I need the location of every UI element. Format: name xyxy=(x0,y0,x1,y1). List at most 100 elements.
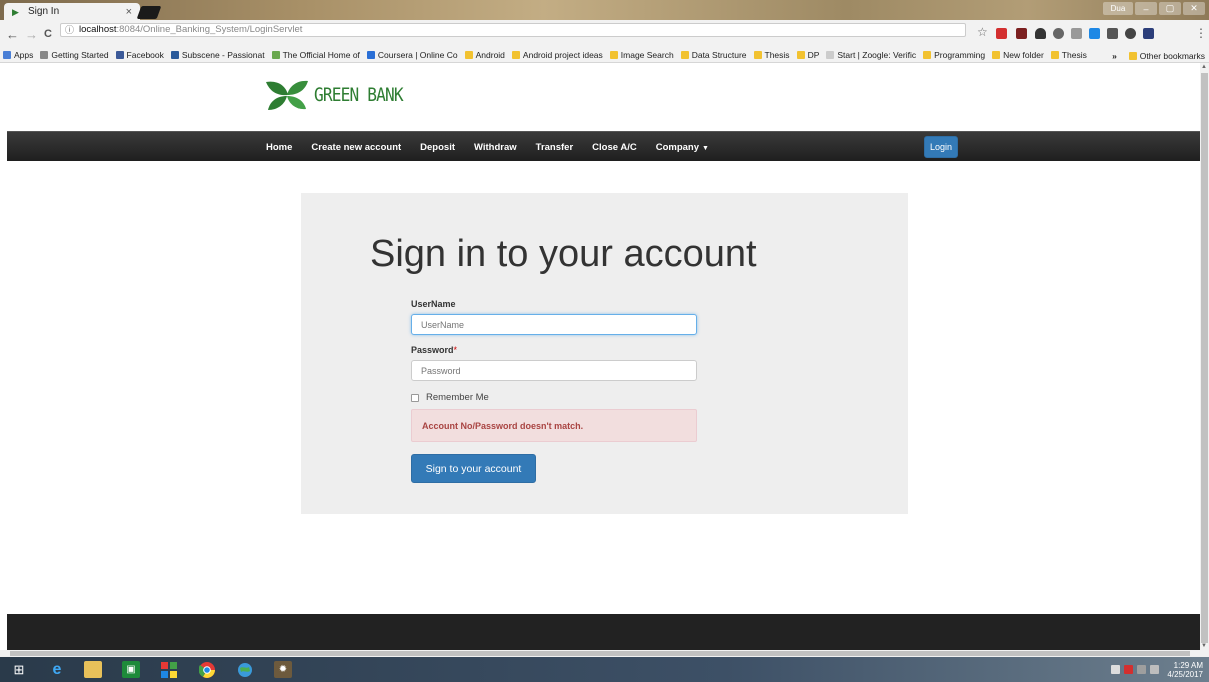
username-input[interactable] xyxy=(411,314,697,335)
bookmark-item[interactable]: Coursera | Online Co xyxy=(366,50,458,60)
maximize-button[interactable]: ▢ xyxy=(1159,2,1181,15)
bookmark-item[interactable]: Thesis xyxy=(753,50,790,60)
caret-down-icon: ▼ xyxy=(702,144,709,152)
bookmark-item[interactable]: Start | Zoogle: Verific xyxy=(826,50,916,60)
bookmark-item[interactable]: Android project ideas xyxy=(511,50,603,60)
extension-icon[interactable] xyxy=(1143,28,1154,39)
tab-title: Sign In xyxy=(28,6,60,17)
adblock-extension-icon[interactable] xyxy=(996,28,1007,39)
internet-explorer-icon[interactable]: e xyxy=(48,661,66,678)
bookmark-icon xyxy=(464,51,473,59)
tray-arrow-icon[interactable] xyxy=(1111,665,1121,674)
vertical-scrollbar[interactable]: ▲ ▼ xyxy=(1200,63,1209,650)
bookmark-icon xyxy=(796,51,805,59)
file-explorer-icon[interactable] xyxy=(84,661,102,678)
network-icon[interactable] xyxy=(1137,665,1147,674)
other-bookmarks[interactable]: Other bookmarks xyxy=(1128,51,1205,61)
bookmark-icon xyxy=(511,51,520,59)
bookmark-label: Image Search xyxy=(620,50,674,60)
scroll-down-icon[interactable]: ▼ xyxy=(1201,643,1207,649)
extension-icon[interactable] xyxy=(1053,28,1064,39)
leaf-logo-icon xyxy=(266,80,308,110)
bookmark-label: Thesis xyxy=(764,50,790,60)
tray-app-icon[interactable] xyxy=(1124,665,1134,674)
browser-tab-sign-in[interactable]: ▶ Sign In × xyxy=(4,3,140,20)
cloud-extension-icon[interactable] xyxy=(1035,28,1046,39)
app-icon[interactable]: ✹ xyxy=(274,661,292,678)
extension-icon[interactable] xyxy=(1089,28,1100,39)
remember-me[interactable]: Remember Me xyxy=(411,392,489,403)
bookmark-item[interactable]: Facebook xyxy=(115,50,164,60)
bookmarks-overflow-icon[interactable]: » xyxy=(1112,51,1117,61)
close-window-button[interactable]: ✕ xyxy=(1183,2,1205,15)
bookmark-item[interactable]: Thesis xyxy=(1050,50,1087,60)
nav-company-label: Company xyxy=(655,141,699,153)
extension-icon[interactable] xyxy=(1071,28,1082,39)
nav-home[interactable]: Home xyxy=(266,142,292,153)
chrome-icon[interactable] xyxy=(198,661,216,678)
bookmark-item[interactable]: New folder xyxy=(992,50,1044,60)
tab-close-icon[interactable]: × xyxy=(126,6,132,18)
site-logo[interactable]: GREEN BANK xyxy=(264,78,418,112)
volume-icon[interactable] xyxy=(1150,665,1160,674)
nav-create-account[interactable]: Create new account xyxy=(311,142,401,153)
bookmark-label: Thesis xyxy=(1061,50,1087,60)
horizontal-scrollbar[interactable] xyxy=(0,650,1209,657)
bookmark-icon xyxy=(826,51,835,59)
horizontal-scroll-thumb[interactable] xyxy=(10,651,1190,656)
reload-icon[interactable]: C xyxy=(44,28,52,41)
nav-deposit[interactable]: Deposit xyxy=(420,142,455,153)
windows-taskbar: ⊞ e ▣ ✹ 1:29 AM 4/25/2017 xyxy=(0,657,1209,682)
vertical-scroll-thumb[interactable] xyxy=(1201,73,1208,643)
minimize-button[interactable]: – xyxy=(1135,2,1157,15)
forward-icon[interactable]: → xyxy=(25,28,38,41)
nav-transfer[interactable]: Transfer xyxy=(536,142,574,153)
windows-start-icon[interactable]: ⊞ xyxy=(10,661,28,678)
bookmark-label: Apps xyxy=(14,50,34,60)
bookmark-label: Facebook xyxy=(126,50,164,60)
bookmark-icon xyxy=(115,51,124,59)
nav-close-account[interactable]: Close A/C xyxy=(592,142,637,153)
browser-tabstrip: ▶ Sign In × Dua – ▢ ✕ xyxy=(0,0,1209,20)
bookmark-label: Getting Started xyxy=(51,50,109,60)
bookmark-icon xyxy=(366,51,375,59)
remember-me-checkbox[interactable] xyxy=(411,393,419,402)
bookmark-item[interactable]: Getting Started xyxy=(40,50,109,60)
signin-submit-button[interactable]: Sign to your account xyxy=(411,454,536,483)
bookmark-label: Subscene - Passionat xyxy=(181,50,265,60)
bookmark-label: New folder xyxy=(1003,50,1044,60)
bookmark-item[interactable]: Subscene - Passionat xyxy=(170,50,265,60)
remember-me-label: Remember Me xyxy=(426,392,489,403)
bookmark-star-icon[interactable]: ☆ xyxy=(977,25,988,39)
bookmark-item[interactable]: DP xyxy=(796,50,820,60)
bookmark-icon xyxy=(680,51,689,59)
site-info-icon[interactable]: ⓘ xyxy=(65,24,74,36)
extension-icon[interactable] xyxy=(1107,28,1118,39)
bookmark-label: DP xyxy=(807,50,820,60)
globe-app-icon[interactable] xyxy=(236,661,254,678)
login-button[interactable]: Login xyxy=(924,136,958,158)
browser-toolbar: ← → C ⓘ localhost:8084/Online_Banking_Sy… xyxy=(0,20,1209,48)
bookmark-item[interactable]: Data Structure xyxy=(680,50,747,60)
new-tab-button[interactable] xyxy=(136,6,162,19)
back-icon[interactable]: ← xyxy=(6,28,19,41)
bookmark-item[interactable]: Image Search xyxy=(609,50,674,60)
nav-company-dropdown[interactable]: Company ▼ xyxy=(656,142,709,153)
bookmark-item[interactable]: Programming xyxy=(923,50,985,60)
page-title: Sign in to your account xyxy=(370,233,757,275)
bookmark-item[interactable]: Android xyxy=(464,50,505,60)
app-icon[interactable] xyxy=(160,661,178,678)
chrome-menu-icon[interactable]: ⋮ xyxy=(1195,26,1207,40)
store-icon[interactable]: ▣ xyxy=(122,661,140,678)
bookmark-icon xyxy=(609,51,618,59)
address-bar[interactable]: ⓘ localhost:8084/Online_Banking_System/L… xyxy=(60,23,966,37)
nav-withdraw[interactable]: Withdraw xyxy=(474,142,517,153)
scroll-up-icon[interactable]: ▲ xyxy=(1201,64,1207,70)
profile-button[interactable]: Dua xyxy=(1103,2,1133,15)
taskbar-clock[interactable]: 1:29 AM 4/25/2017 xyxy=(1167,661,1203,679)
password-input[interactable] xyxy=(411,360,697,381)
bookmark-item[interactable]: Apps xyxy=(3,50,33,60)
extension-icon[interactable] xyxy=(1016,28,1027,39)
extension-icon[interactable] xyxy=(1125,28,1136,39)
bookmark-item[interactable]: The Official Home of xyxy=(271,50,360,60)
